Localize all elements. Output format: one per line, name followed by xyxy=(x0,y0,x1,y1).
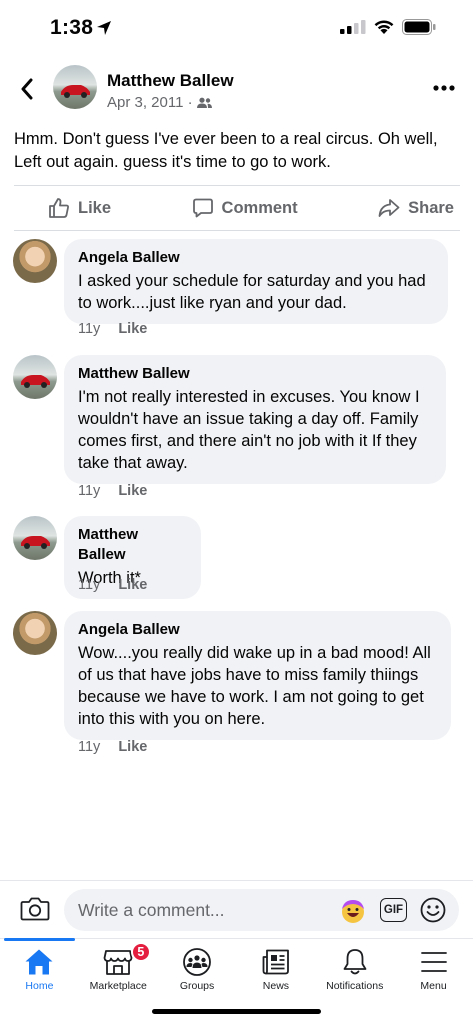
comment-meta: 11y Like xyxy=(78,321,147,337)
commenter-avatar[interactable] xyxy=(13,355,57,399)
post-action-bar: Like Comment Share xyxy=(14,185,460,231)
tab-home[interactable]: Home xyxy=(0,938,79,1002)
active-tab-indicator xyxy=(4,938,75,941)
tab-groups[interactable]: Groups xyxy=(158,939,237,1002)
comment-meta: 11y Like xyxy=(78,483,147,499)
more-options-button[interactable] xyxy=(429,78,459,98)
author-name[interactable]: Matthew Ballew xyxy=(107,71,234,91)
post-meta: Apr 3, 2011 · xyxy=(107,94,212,111)
commenter-name[interactable]: Angela Ballew xyxy=(78,248,434,268)
comment-bubble[interactable]: Matthew Ballew I'm not really interested… xyxy=(64,355,446,484)
avatar-sticker-icon[interactable] xyxy=(339,897,367,925)
cellular-signal-icon xyxy=(340,20,366,34)
status-bar: 1:38 xyxy=(0,0,473,56)
share-arrow-icon xyxy=(378,199,400,217)
post-header: Matthew Ballew Apr 3, 2011 · xyxy=(0,60,473,120)
location-arrow-icon xyxy=(97,21,111,35)
tab-label: Home xyxy=(25,980,54,992)
friends-audience-icon xyxy=(196,97,212,108)
tab-marketplace[interactable]: 5 Marketplace xyxy=(79,939,158,1002)
tab-label: News xyxy=(262,980,290,992)
tab-news[interactable]: News xyxy=(236,939,315,1002)
camera-icon[interactable] xyxy=(20,896,50,922)
bell-icon xyxy=(343,949,367,975)
back-button[interactable] xyxy=(14,74,40,104)
comment-text: I'm not really interested in excuses. Yo… xyxy=(78,388,420,472)
share-button[interactable]: Share xyxy=(378,198,454,218)
gif-label: GIF xyxy=(383,904,404,916)
bottom-tab-bar: Home 5 Marketplace Groups News Notificat… xyxy=(0,938,473,1002)
comment-text: Wow....you really did wake up in a bad m… xyxy=(78,644,431,728)
commenter-avatar[interactable] xyxy=(13,611,57,655)
comment-bubble[interactable]: Angela Ballew Wow....you really did wake… xyxy=(64,611,451,740)
tab-label: Notifications xyxy=(326,980,384,992)
like-label: Like xyxy=(78,198,112,217)
comment-like-button[interactable]: Like xyxy=(118,483,147,499)
tab-label: Groups xyxy=(179,980,215,992)
comment-meta: 11y Like xyxy=(78,739,147,755)
wifi-icon xyxy=(374,20,394,34)
comment-text: I asked your schedule for saturday and y… xyxy=(78,272,426,312)
comment-age: 11y xyxy=(78,321,101,337)
commenter-name[interactable]: Matthew Ballew xyxy=(78,364,432,384)
comment-composer: GIF xyxy=(0,880,473,938)
notification-badge: 5 xyxy=(130,942,151,962)
tab-notifications[interactable]: Notifications xyxy=(315,939,394,1002)
comment-label: Comment xyxy=(221,198,298,217)
tab-menu[interactable]: Menu xyxy=(394,939,473,1002)
commenter-name[interactable]: Matthew Ballew xyxy=(78,525,187,565)
red-car-icon xyxy=(61,85,90,98)
ellipsis-icon xyxy=(433,85,455,91)
gif-button[interactable]: GIF xyxy=(380,898,407,922)
commenter-avatar[interactable] xyxy=(13,516,57,560)
red-car-icon xyxy=(21,536,50,549)
comment-bubble[interactable]: Angela Ballew I asked your schedule for … xyxy=(64,239,448,324)
comment-like-button[interactable]: Like xyxy=(118,577,147,593)
speech-bubble-icon xyxy=(192,198,213,218)
comment-like-button[interactable]: Like xyxy=(118,739,147,755)
comment-meta: 11y Like xyxy=(78,577,147,593)
comment-age: 11y xyxy=(78,483,101,499)
battery-icon xyxy=(402,19,436,35)
comment-age: 11y xyxy=(78,739,101,755)
home-indicator xyxy=(152,1009,321,1014)
tab-label: Marketplace xyxy=(89,980,147,992)
marketplace-shop-icon xyxy=(103,950,133,975)
author-avatar[interactable] xyxy=(53,65,97,109)
status-time: 1:38 xyxy=(50,16,94,39)
commenter-name[interactable]: Angela Ballew xyxy=(78,620,437,640)
chevron-left-icon xyxy=(21,78,33,100)
tab-label: Menu xyxy=(420,980,447,992)
red-car-icon xyxy=(21,375,50,388)
thumbs-up-icon xyxy=(49,198,69,218)
newspaper-icon xyxy=(262,949,289,975)
comment-button[interactable]: Comment xyxy=(192,197,298,219)
share-label: Share xyxy=(408,198,454,217)
commenter-avatar[interactable] xyxy=(13,239,57,283)
comment-age: 11y xyxy=(78,577,101,593)
comment-like-button[interactable]: Like xyxy=(118,321,147,337)
groups-icon xyxy=(183,948,211,976)
post-text: Hmm. Don't guess I've ever been to a rea… xyxy=(14,130,438,171)
emoji-smile-icon[interactable] xyxy=(420,897,446,923)
like-button[interactable]: Like xyxy=(48,197,111,219)
hamburger-menu-icon xyxy=(420,952,447,972)
home-icon xyxy=(25,949,53,975)
post-date[interactable]: Apr 3, 2011 · xyxy=(107,94,193,111)
